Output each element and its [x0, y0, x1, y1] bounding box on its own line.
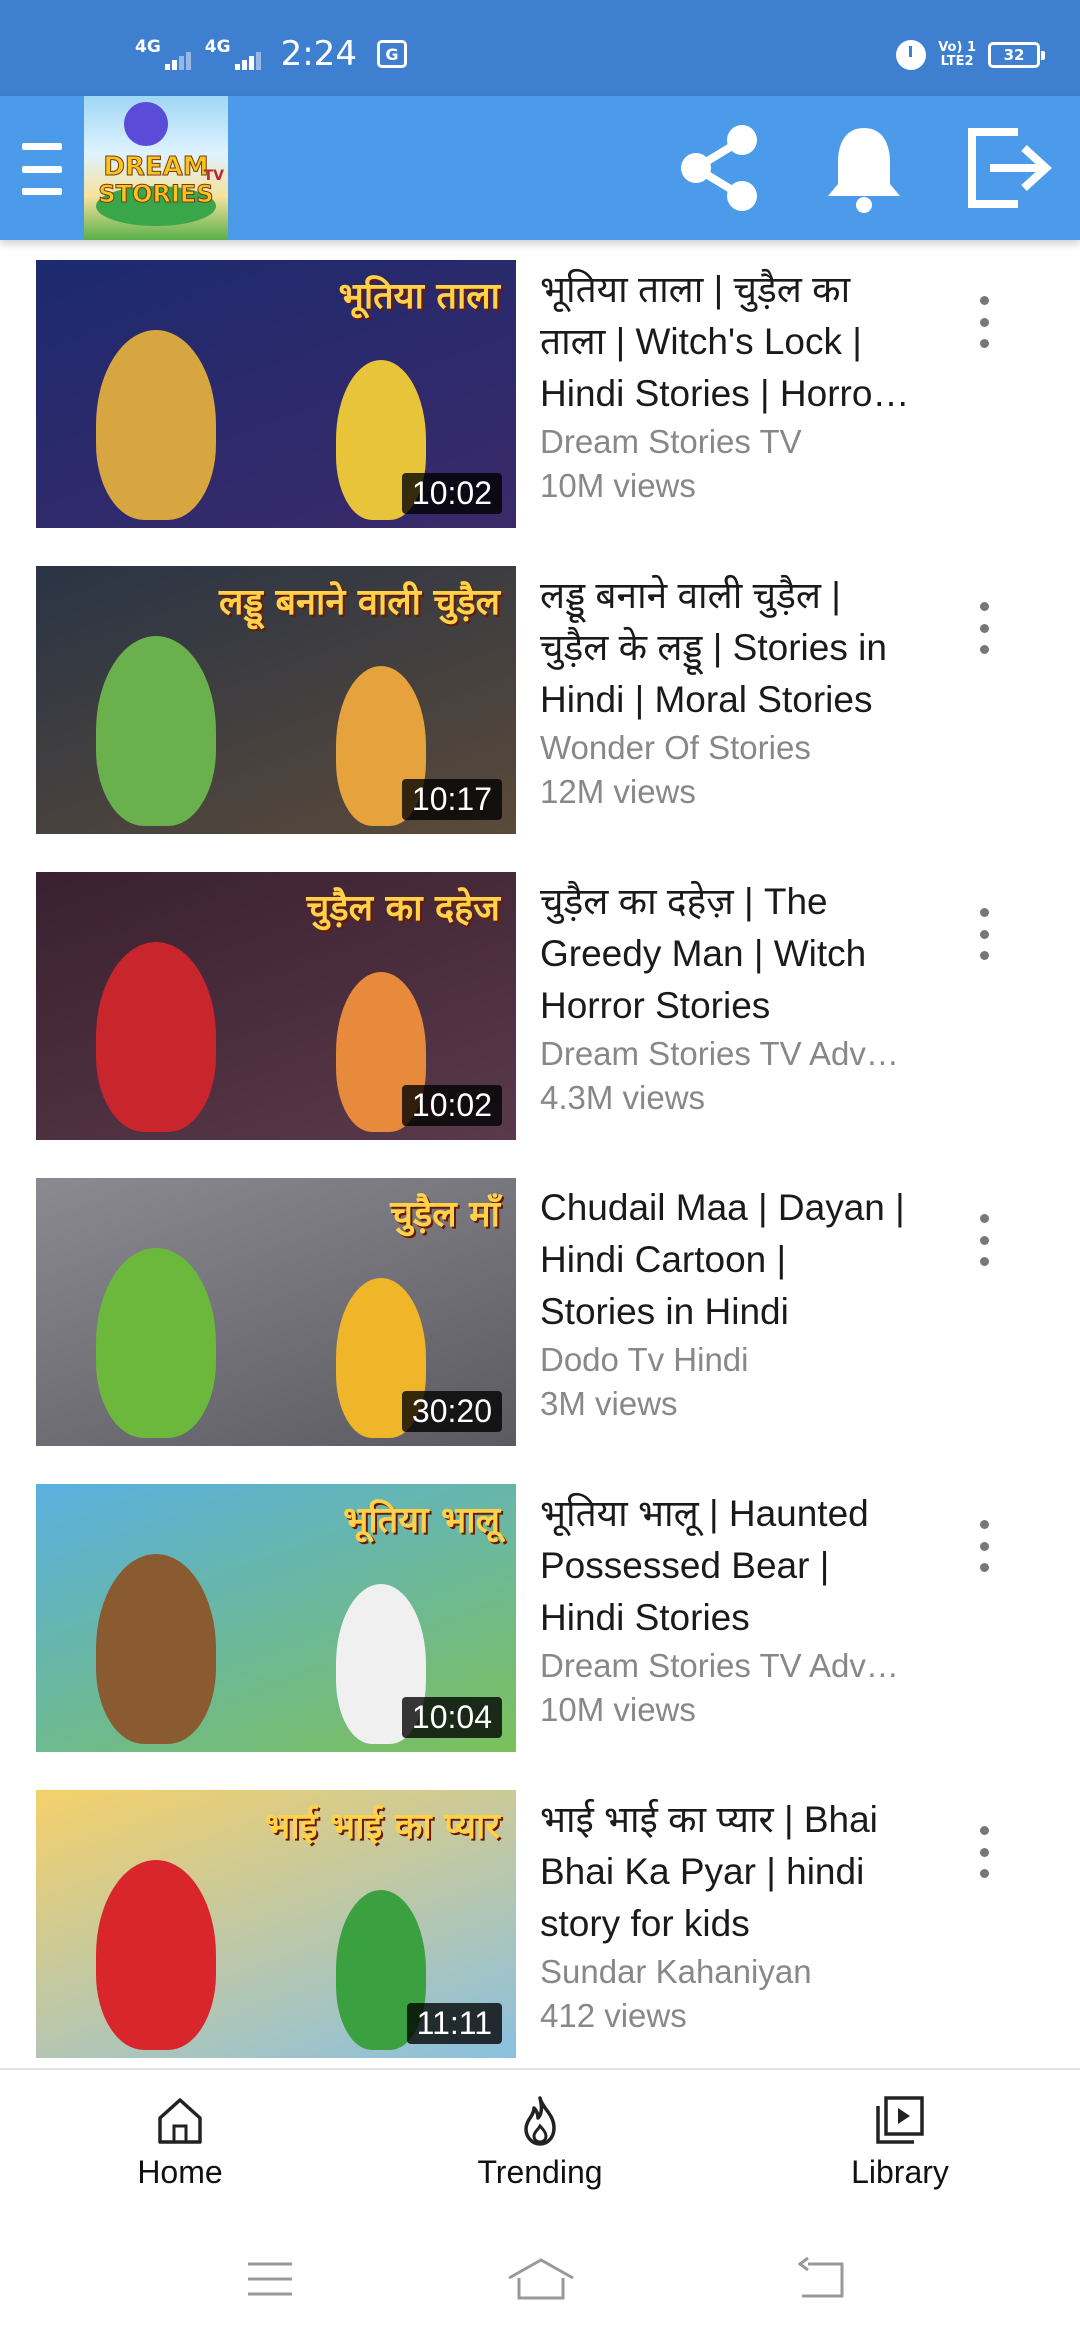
channel-name[interactable]: Dodo Tv Hindi — [540, 1338, 910, 1382]
channel-name[interactable]: Sundar Kahaniyan — [540, 1950, 910, 1994]
thumbnail-figure — [96, 636, 216, 826]
video-title[interactable]: भूतिया भालू | Haunted Possessed Bear | H… — [540, 1488, 910, 1644]
more-options-icon[interactable] — [966, 598, 1002, 658]
channel-name[interactable]: Wonder Of Stories — [540, 726, 910, 770]
video-title[interactable]: चुड़ैल का दहेज़ | The Greedy Man | Witch… — [540, 876, 910, 1032]
nav-trending-label: Trending — [477, 2154, 603, 2190]
logo-word-stories: STORIES — [98, 180, 214, 208]
alarm-icon — [896, 40, 927, 70]
channel-logo[interactable]: DREAM STORIES TV — [84, 96, 228, 240]
video-duration: 10:02 — [401, 473, 502, 514]
thumbnail-title-text: चुड़ैल का दहेज — [306, 887, 500, 929]
share-icon[interactable] — [670, 118, 770, 218]
notification-bell-icon[interactable] — [814, 118, 914, 218]
video-info[interactable]: लड्डू बनाने वाली चुड़ैल | चुड़ैल के लड्ड… — [540, 570, 910, 814]
thumbnail-title-text: लड्डू बनाने वाली चुड़ैल — [219, 581, 500, 623]
nav-home-label: Home — [137, 2154, 223, 2190]
channel-name[interactable]: Dream Stories TV Adventures — [540, 1644, 910, 1688]
view-count: 4.3M views — [540, 1079, 706, 1116]
more-options-icon[interactable] — [966, 1822, 1002, 1882]
nav-trending[interactable]: Trending — [440, 2092, 640, 2191]
video-thumbnail[interactable]: चुड़ैल माँ 30:20 — [36, 1178, 516, 1446]
video-title[interactable]: Chudail Maa | Dayan | Hindi Cartoon | St… — [540, 1182, 910, 1338]
video-info[interactable]: भाई भाई का प्यार | Bhai Bhai Ka Pyar | h… — [540, 1794, 910, 2038]
video-info[interactable]: चुड़ैल का दहेज़ | The Greedy Man | Witch… — [540, 876, 910, 1120]
back-button-icon[interactable] — [792, 2254, 852, 2304]
video-thumbnail[interactable]: चुड़ैल का दहेज 10:02 — [36, 872, 516, 1140]
recent-apps-icon[interactable] — [240, 2254, 300, 2304]
volte-line-2: LTE2 — [940, 54, 974, 69]
trending-flame-icon — [524, 2096, 556, 2146]
video-item[interactable]: लड्डू बनाने वाली चुड़ैल 10:17 लड्डू बनान… — [0, 546, 1080, 852]
network-type-2: 4G — [204, 36, 231, 57]
status-time: 2:24 — [280, 34, 357, 74]
signal-icon-sim1: 4G — [135, 36, 191, 70]
bottom-navigation: Home Trending Library — [0, 2068, 1080, 2218]
translate-icon: G — [376, 40, 407, 68]
signal-icon-sim2: 4G — [204, 36, 261, 70]
video-duration: 10:17 — [401, 779, 502, 820]
thumbnail-title-text: भूतिया भालू — [343, 1499, 500, 1541]
system-navigation-bar — [0, 2218, 1080, 2340]
channel-name[interactable]: Dream Stories TV — [540, 420, 910, 464]
status-right: Vo) 1 LTE2 32 — [896, 40, 1045, 70]
thumbnail-title-text: भूतिया ताला — [338, 275, 500, 317]
video-thumbnail[interactable]: भूतिया भालू 10:04 — [36, 1484, 516, 1752]
nav-library-label: Library — [851, 2154, 949, 2190]
hamburger-menu-icon[interactable] — [22, 143, 62, 195]
battery-icon: 32 — [988, 42, 1045, 68]
app-bar: DREAM STORIES TV — [0, 96, 1080, 240]
video-info[interactable]: भूतिया ताला | चुड़ैल का ताला | Witch's L… — [540, 264, 910, 508]
logo-tv: TV — [203, 168, 224, 184]
thumbnail-figure — [96, 1860, 216, 2050]
video-info[interactable]: Chudail Maa | Dayan | Hindi Cartoon | St… — [540, 1182, 910, 1426]
thumbnail-figure — [96, 942, 216, 1132]
view-count: 3M views — [540, 1385, 678, 1422]
video-thumbnail[interactable]: भूतिया ताला 10:02 — [36, 260, 516, 528]
more-options-icon[interactable] — [966, 292, 1002, 352]
volte-indicator: Vo) 1 LTE2 — [938, 41, 976, 69]
network-type-1: 4G — [135, 36, 161, 57]
video-item[interactable]: भूतिया ताला 10:02 भूतिया ताला | चुड़ैल क… — [0, 240, 1080, 546]
video-title[interactable]: भूतिया ताला | चुड़ैल का ताला | Witch's L… — [540, 264, 910, 420]
view-count: 10M views — [540, 1691, 696, 1728]
thumbnail-title-text: भाई भाई का प्यार — [265, 1805, 500, 1847]
home-icon — [158, 2098, 202, 2144]
video-thumbnail[interactable]: भाई भाई का प्यार 11:11 — [36, 1790, 516, 2058]
video-title[interactable]: भाई भाई का प्यार | Bhai Bhai Ka Pyar | h… — [540, 1794, 910, 1950]
sign-out-icon[interactable] — [958, 118, 1058, 218]
thumbnail-title-text: चुड़ैल माँ — [390, 1193, 500, 1235]
video-item[interactable]: चुड़ैल का दहेज 10:02 चुड़ैल का दहेज़ | T… — [0, 852, 1080, 1158]
channel-name[interactable]: Dream Stories TV Adventures — [540, 1032, 910, 1076]
video-item[interactable]: चुड़ैल माँ 30:20 Chudail Maa | Dayan | H… — [0, 1158, 1080, 1464]
thumbnail-figure — [96, 1248, 216, 1438]
video-title[interactable]: लड्डू बनाने वाली चुड़ैल | चुड़ैल के लड्ड… — [540, 570, 910, 726]
library-icon — [876, 2096, 924, 2144]
video-thumbnail[interactable]: लड्डू बनाने वाली चुड़ैल 10:17 — [36, 566, 516, 834]
video-item[interactable]: भाई भाई का प्यार 11:11 भाई भाई का प्यार … — [0, 1770, 1080, 2076]
logo-word-dream: DREAM — [103, 152, 209, 182]
video-duration: 10:04 — [401, 1697, 502, 1738]
view-count: 12M views — [540, 773, 696, 810]
thumbnail-figure — [96, 330, 216, 520]
view-count: 412 views — [540, 1997, 687, 2034]
video-item[interactable]: भूतिया भालू 10:04 भूतिया भालू | Haunted … — [0, 1464, 1080, 1770]
more-options-icon[interactable] — [966, 1210, 1002, 1270]
more-options-icon[interactable] — [966, 904, 1002, 964]
status-left: 4G 4G 2:24 G — [135, 34, 407, 74]
status-bar: 4G 4G 2:24 G Vo) 1 LTE2 32 — [0, 0, 1080, 96]
more-options-icon[interactable] — [966, 1516, 1002, 1576]
view-count: 10M views — [540, 467, 696, 504]
volte-line-1: Vo) 1 — [938, 40, 976, 55]
video-duration: 10:02 — [401, 1085, 502, 1126]
nav-library[interactable]: Library — [800, 2092, 1000, 2191]
nav-home[interactable]: Home — [80, 2092, 280, 2191]
video-info[interactable]: भूतिया भालू | Haunted Possessed Bear | H… — [540, 1488, 910, 1732]
video-duration: 30:20 — [401, 1391, 502, 1432]
video-duration: 11:11 — [406, 2003, 502, 2044]
thumbnail-figure — [96, 1554, 216, 1744]
home-button-icon[interactable] — [505, 2254, 577, 2304]
